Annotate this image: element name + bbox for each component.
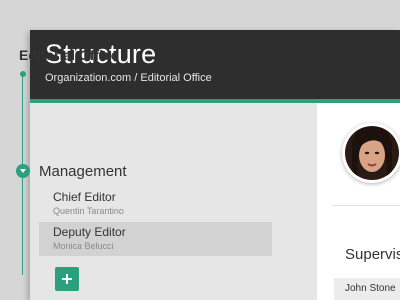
item-title: Chief Editor [53, 190, 116, 204]
tree-root-dot [19, 71, 26, 77]
list-item[interactable]: Chief Editor Quentin Tarantino [39, 187, 272, 221]
avatar-portrait [343, 124, 400, 182]
list-item-selected[interactable]: Deputy Editor Monica Belucci [39, 222, 272, 256]
item-person: Monica Belucci [53, 241, 114, 251]
item-person: Quentin Tarantino [53, 206, 124, 216]
collapse-group-button[interactable] [16, 164, 30, 178]
supervisor-name: John Stone [345, 283, 396, 294]
item-title: Deputy Editor [53, 225, 126, 239]
breadcrumb[interactable]: Organization.com / Editorial Office [45, 72, 212, 84]
supervisors-heading: Supervis [345, 246, 400, 263]
chevron-down-icon [20, 169, 26, 173]
section-title: Editorial Office [19, 47, 119, 63]
header: Structure Organization.com / Editorial O… [30, 30, 400, 99]
table-row[interactable]: John Stone [334, 278, 400, 300]
profile-divider [332, 205, 400, 206]
add-position-button[interactable] [55, 267, 79, 291]
group-label-management[interactable]: Management [39, 163, 127, 180]
avatar[interactable] [342, 123, 400, 183]
plus-icon-vertical [66, 274, 68, 284]
